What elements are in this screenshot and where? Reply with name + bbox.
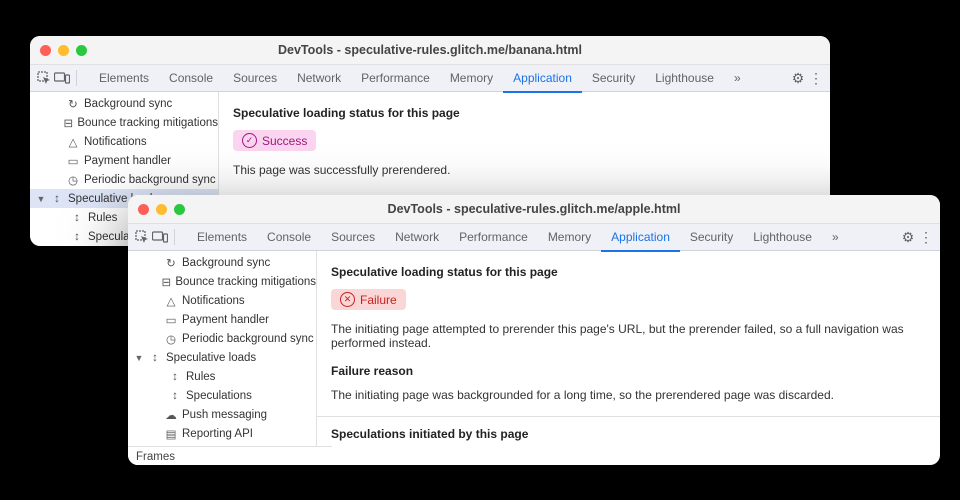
rules-icon: ↕: [70, 212, 84, 224]
cloud-icon: ☁: [164, 408, 178, 422]
tab-performance[interactable]: Performance: [351, 65, 440, 91]
sidebar-item-notifications[interactable]: △Notifications: [128, 291, 316, 310]
status-description: The initiating page attempted to prerend…: [331, 322, 926, 350]
sidebar-section-frames[interactable]: Frames: [128, 446, 332, 465]
tab-elements[interactable]: Elements: [187, 224, 257, 250]
status-badge-failure: ✕Failure: [331, 289, 406, 310]
chevron-down-icon: ▼: [134, 353, 144, 363]
window-title: DevTools - speculative-rules.glitch.me/a…: [128, 202, 940, 216]
device-icon[interactable]: [152, 229, 168, 245]
sidebar-item-speculative-loads[interactable]: ▼↕Speculative loads: [128, 348, 316, 367]
speculations-heading: Speculations initiated by this page: [331, 427, 926, 441]
more-tabs-icon[interactable]: »: [724, 65, 751, 91]
tab-performance[interactable]: Performance: [449, 224, 538, 250]
tab-memory[interactable]: Memory: [440, 65, 503, 91]
devtools-toolbar: Elements Console Sources Network Perform…: [30, 65, 830, 92]
tab-memory[interactable]: Memory: [538, 224, 601, 250]
gear-icon[interactable]: ⚙: [900, 229, 916, 245]
speculations-icon: ↕: [168, 390, 182, 402]
bounce-icon: ⊟: [161, 275, 171, 289]
sidebar-item-push-messaging[interactable]: ☁Push messaging: [128, 405, 316, 424]
tab-security[interactable]: Security: [680, 224, 743, 250]
failure-reason-heading: Failure reason: [331, 364, 926, 378]
clock-icon: ◷: [66, 173, 80, 187]
sidebar-item-bounce-tracking[interactable]: ⊟Bounce tracking mitigations: [128, 272, 316, 291]
clock-icon: ◷: [164, 332, 178, 346]
more-tabs-icon[interactable]: »: [822, 224, 849, 250]
device-icon[interactable]: [54, 70, 70, 86]
minimize-icon[interactable]: [156, 204, 167, 215]
tab-security[interactable]: Security: [582, 65, 645, 91]
sidebar-item-periodic-sync[interactable]: ◷Periodic background sync: [30, 170, 218, 189]
sidebar-item-speculations[interactable]: ↕Speculations: [128, 386, 316, 405]
specloads-icon: ↕: [148, 352, 162, 364]
tab-lighthouse[interactable]: Lighthouse: [743, 224, 822, 250]
tab-application[interactable]: Application: [503, 65, 582, 93]
close-icon[interactable]: [40, 45, 51, 56]
specloads-icon: ↕: [50, 193, 64, 205]
sidebar-item-bounce-tracking[interactable]: ⊟Bounce tracking mitigations: [30, 113, 218, 132]
sync-icon: ↻: [164, 256, 178, 270]
bounce-icon: ⊟: [63, 116, 73, 130]
tab-sources[interactable]: Sources: [223, 65, 287, 91]
sidebar-item-reporting-api[interactable]: ▤Reporting API: [128, 424, 316, 443]
tab-console[interactable]: Console: [257, 224, 321, 250]
speculative-loads-panel: Speculative loading status for this page…: [317, 251, 940, 465]
panel-tabs: Elements Console Sources Network Perform…: [187, 224, 849, 250]
divider: [174, 229, 175, 245]
speculations-icon: ↕: [70, 231, 84, 243]
titlebar: DevTools - speculative-rules.glitch.me/a…: [128, 195, 940, 224]
failure-reason-text: The initiating page was backgrounded for…: [331, 388, 926, 402]
inspect-icon[interactable]: [134, 229, 150, 245]
inspect-icon[interactable]: [36, 70, 52, 86]
status-heading: Speculative loading status for this page: [233, 106, 816, 120]
sidebar-item-payment-handler[interactable]: ▭Payment handler: [128, 310, 316, 329]
divider: [76, 70, 77, 86]
gear-icon[interactable]: ⚙: [790, 70, 806, 86]
sidebar-item-payment-handler[interactable]: ▭Payment handler: [30, 151, 218, 170]
panel-body: ↻Background sync ⊟Bounce tracking mitiga…: [128, 251, 940, 465]
bell-icon: △: [164, 294, 178, 308]
rules-icon: ↕: [168, 371, 182, 383]
status-description: This page was successfully prerendered.: [233, 163, 816, 177]
sync-icon: ↻: [66, 97, 80, 111]
tab-network[interactable]: Network: [385, 224, 449, 250]
minimize-icon[interactable]: [58, 45, 69, 56]
kebab-icon[interactable]: ⋮: [918, 229, 934, 245]
sidebar-item-background-sync[interactable]: ↻Background sync: [128, 253, 316, 272]
sidebar-item-periodic-sync[interactable]: ◷Periodic background sync: [128, 329, 316, 348]
card-icon: ▭: [66, 154, 80, 168]
titlebar: DevTools - speculative-rules.glitch.me/b…: [30, 36, 830, 65]
check-icon: ✓: [242, 133, 257, 148]
devtools-toolbar: Elements Console Sources Network Perform…: [128, 224, 940, 251]
sidebar-item-notifications[interactable]: △Notifications: [30, 132, 218, 151]
tab-elements[interactable]: Elements: [89, 65, 159, 91]
application-sidebar: ↻Background sync ⊟Bounce tracking mitiga…: [128, 251, 317, 465]
card-icon: ▭: [164, 313, 178, 327]
tab-lighthouse[interactable]: Lighthouse: [645, 65, 724, 91]
chevron-down-icon: ▼: [36, 194, 46, 204]
report-icon: ▤: [164, 427, 178, 441]
close-icon[interactable]: [138, 204, 149, 215]
cross-icon: ✕: [340, 292, 355, 307]
status-heading: Speculative loading status for this page: [331, 265, 926, 279]
status-badge-success: ✓Success: [233, 130, 316, 151]
zoom-icon[interactable]: [76, 45, 87, 56]
sidebar-item-rules[interactable]: ↕Rules: [128, 367, 316, 386]
traffic-lights: [40, 45, 87, 56]
sidebar-item-background-sync[interactable]: ↻Background sync: [30, 94, 218, 113]
zoom-icon[interactable]: [174, 204, 185, 215]
panel-tabs: Elements Console Sources Network Perform…: [89, 65, 751, 91]
tab-sources[interactable]: Sources: [321, 224, 385, 250]
tab-console[interactable]: Console: [159, 65, 223, 91]
tab-application[interactable]: Application: [601, 224, 680, 252]
devtools-window-apple: DevTools - speculative-rules.glitch.me/a…: [128, 195, 940, 465]
traffic-lights: [138, 204, 185, 215]
bell-icon: △: [66, 135, 80, 149]
kebab-icon[interactable]: ⋮: [808, 70, 824, 86]
window-title: DevTools - speculative-rules.glitch.me/b…: [30, 43, 830, 57]
tab-network[interactable]: Network: [287, 65, 351, 91]
